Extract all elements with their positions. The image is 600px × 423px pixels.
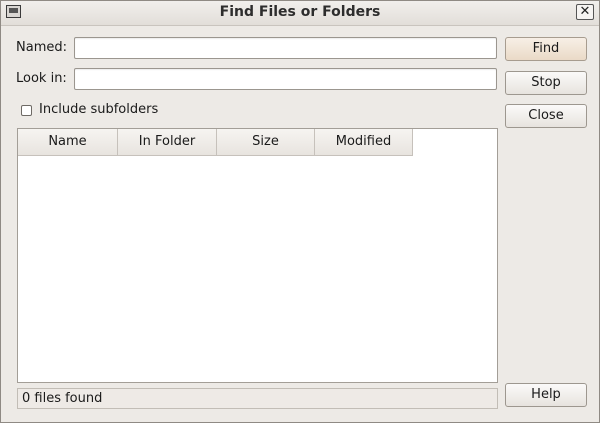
include-subfolders-label[interactable]: Include subfolders bbox=[39, 102, 158, 117]
find-button[interactable]: Find bbox=[505, 37, 587, 61]
stop-button[interactable]: Stop bbox=[505, 71, 587, 95]
column-header-name[interactable]: Name bbox=[18, 129, 118, 155]
look-in-label: Look in: bbox=[16, 71, 67, 86]
look-in-label-text: Look in: bbox=[16, 71, 67, 86]
status-text: 0 files found bbox=[22, 391, 103, 406]
results-header: Name In Folder Size Modified bbox=[18, 129, 413, 156]
window-title: Find Files or Folders bbox=[219, 4, 381, 20]
results-list[interactable]: Name In Folder Size Modified bbox=[17, 128, 498, 383]
close-button[interactable]: Close bbox=[505, 104, 587, 128]
column-header-modified[interactable]: Modified bbox=[315, 129, 413, 155]
column-header-size[interactable]: Size bbox=[217, 129, 315, 155]
find-files-dialog: Find Files or Folders ✕ Named: Look in: … bbox=[0, 0, 600, 423]
look-in-input[interactable] bbox=[74, 68, 497, 90]
title-bar[interactable]: Find Files or Folders ✕ bbox=[1, 1, 599, 26]
named-label: Named: bbox=[16, 40, 67, 55]
named-input[interactable] bbox=[74, 37, 497, 59]
close-window-icon[interactable]: ✕ bbox=[576, 4, 594, 20]
status-bar: 0 files found bbox=[17, 388, 498, 409]
named-label-text: Named: bbox=[16, 40, 67, 55]
include-subfolders-checkbox[interactable] bbox=[21, 105, 32, 116]
help-button[interactable]: Help bbox=[505, 383, 587, 407]
column-header-in-folder[interactable]: In Folder bbox=[118, 129, 217, 155]
